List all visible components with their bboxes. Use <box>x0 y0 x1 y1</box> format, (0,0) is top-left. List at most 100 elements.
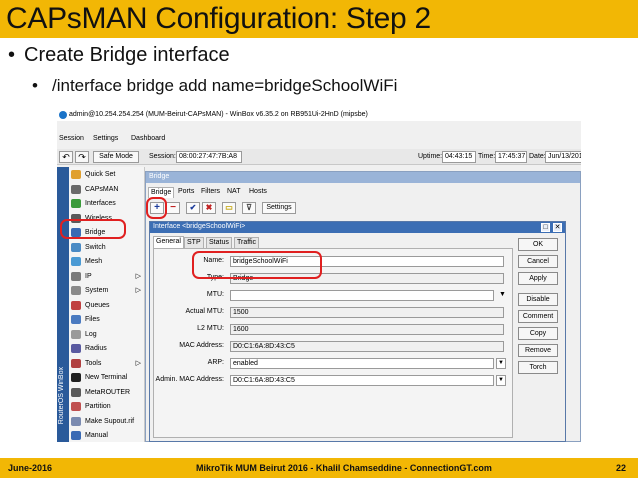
sidebar-item-radius[interactable]: Radius <box>71 343 143 355</box>
manual-icon <box>71 431 81 440</box>
arp-select[interactable]: enabled <box>230 358 494 369</box>
uptime-field: 04:43:15 <box>442 151 476 163</box>
switch-icon <box>71 242 81 252</box>
submenu-arrow-icon: ▷ <box>135 272 141 280</box>
sidebar-item-manual[interactable]: Manual <box>71 430 143 442</box>
sidebar-item-label: Make Supout.rif <box>85 417 135 425</box>
menu-session[interactable]: Session <box>59 135 84 142</box>
slide-title: CAPsMAN Configuration: Step 2 <box>6 2 431 35</box>
session-field: 08:00:27:47:7B:A8 <box>176 151 242 163</box>
tab-nat[interactable]: NAT <box>225 187 242 198</box>
remove-button[interactable]: Remove <box>518 344 558 357</box>
menu-settings[interactable]: Settings <box>93 135 118 142</box>
footer: June-2016 MikroTik MUM Beirut 2016 - Kha… <box>0 458 638 478</box>
winbox-icon <box>59 111 67 119</box>
sidebar-item-capsman[interactable]: CAPsMAN <box>71 184 143 196</box>
tab-filters[interactable]: Filters <box>199 187 222 198</box>
enable-icon[interactable]: ✔ <box>186 202 200 214</box>
sidebar-item-partition[interactable]: Partition <box>71 401 143 413</box>
admin-mac-field[interactable]: D0:C1:6A:8D:43:C5 <box>230 375 494 386</box>
tab-stp[interactable]: STP <box>184 237 204 248</box>
ok-button[interactable]: OK <box>518 238 558 251</box>
sidebar-item-label: Mesh <box>85 258 103 265</box>
admin-mac-dropdown-icon[interactable]: ▼ <box>496 375 506 386</box>
time-label: Time: <box>478 153 496 160</box>
sidebar-item-label: Switch <box>85 243 106 251</box>
l2-mtu-label: L2 MTU: <box>197 325 224 332</box>
radius-icon <box>71 344 81 353</box>
apply-button[interactable]: Apply <box>518 272 558 285</box>
tab-traffic[interactable]: Traffic <box>234 237 260 248</box>
log-icon <box>71 329 81 339</box>
tab-hosts[interactable]: Hosts <box>247 187 269 198</box>
arp-label: ARP: <box>207 359 224 366</box>
sidebar-item-quick-set[interactable]: Quick Set <box>71 169 143 181</box>
bullet-dot: • <box>32 76 38 95</box>
time-field: 17:45:37 <box>495 151 527 163</box>
tab-general[interactable]: General <box>153 236 184 248</box>
mtu-dropdown-icon[interactable]: ▼ <box>499 291 506 298</box>
submenu-arrow-icon: ▷ <box>135 287 141 294</box>
date-label: Date: <box>529 153 546 160</box>
sidebar-item-queues[interactable]: Queues <box>71 300 143 312</box>
settings-button[interactable]: Settings <box>262 202 296 214</box>
mtu-field[interactable] <box>230 290 494 301</box>
sidebar-item-switch[interactable]: Switch <box>71 242 143 254</box>
footer-center: MikroTik MUM Beirut 2016 - Khalil Chamse… <box>196 463 492 473</box>
sidebar-item-label: CAPsMAN <box>85 185 119 193</box>
comment-icon[interactable]: ▭ <box>222 202 236 214</box>
comment-button[interactable]: Comment <box>518 310 558 323</box>
disable-icon[interactable]: ✖ <box>202 202 216 214</box>
sidebar-item-interfaces[interactable]: Interfaces <box>71 198 143 210</box>
sidebar-item-tools[interactable]: Tools ▷ <box>71 358 143 370</box>
sidebar-item-new-terminal[interactable]: New Terminal <box>71 372 143 384</box>
mac-address-label: MAC Address: <box>179 342 224 349</box>
close-icon[interactable]: ✕ <box>553 223 562 232</box>
actual-mtu-field: 1500 <box>230 307 504 318</box>
undo-icon[interactable]: ↶ <box>59 151 73 163</box>
add-button-highlight <box>146 197 167 219</box>
sidebar-item-label: Interfaces <box>85 200 116 207</box>
bullet-text: Create Bridge interface <box>24 44 230 66</box>
sidebar-item-system[interactable]: System ▷ <box>71 285 143 297</box>
winbox-title-bar: admin@10.254.254.254 (MUM-Beirut-CAPsMAN… <box>57 109 581 121</box>
system-icon <box>71 286 81 295</box>
cancel-button[interactable]: Cancel <box>518 255 558 268</box>
submenu-arrow-icon: ▷ <box>135 359 141 367</box>
uptime-label: Uptime: <box>418 153 443 160</box>
tab-ports[interactable]: Ports <box>176 187 196 198</box>
arp-dropdown-icon[interactable]: ▼ <box>496 358 506 369</box>
sidebar-strip-label: RouterOS WinBox <box>58 367 65 425</box>
page-number: 22 <box>616 463 627 473</box>
tools-icon <box>71 358 81 368</box>
sidebar-item-label: New Terminal <box>85 374 128 381</box>
winbox-toolbar: ↶ ↷ Safe Mode Session: 08:00:27:47:7B:A8… <box>57 149 581 165</box>
winbox-window-title: admin@10.254.254.254 (MUM-Beirut-CAPsMAN… <box>69 111 368 118</box>
sidebar-strip: RouterOS WinBox <box>57 167 69 442</box>
torch-button[interactable]: Torch <box>518 361 558 374</box>
filter-icon[interactable]: ⊽ <box>242 202 256 214</box>
sidebar-item-label: Radius <box>85 345 107 352</box>
bullet-text: /interface bridge add name=bridgeSchoolW… <box>52 76 398 95</box>
copy-button[interactable]: Copy <box>518 327 558 340</box>
tab-status[interactable]: Status <box>206 237 232 248</box>
interfaces-icon <box>71 199 81 208</box>
remove-icon[interactable]: − <box>166 202 180 214</box>
sidebar-item-label: System <box>85 287 109 294</box>
disable-button[interactable]: Disable <box>518 293 558 306</box>
sidebar-item-label: Tools <box>85 359 102 367</box>
sidebar-item-mesh[interactable]: Mesh <box>71 256 143 268</box>
bridge-menu-highlight <box>60 219 126 239</box>
sidebar-item-ip[interactable]: IP ▷ <box>71 271 143 283</box>
sidebar-item-make-supout-rif[interactable]: Make Supout.rif <box>71 416 143 428</box>
footer-date: June-2016 <box>8 463 53 473</box>
sidebar-item-metarouter[interactable]: MetaROUTER <box>71 387 143 399</box>
sidebar-item-files[interactable]: Files <box>71 314 143 326</box>
partition-icon <box>71 402 81 411</box>
safe-mode-button[interactable]: Safe Mode <box>93 151 139 163</box>
sidebar-item-log[interactable]: Log <box>71 329 143 341</box>
menu-dashboard[interactable]: Dashboard <box>131 135 165 142</box>
redo-icon[interactable]: ↷ <box>75 151 89 163</box>
slide: CAPsMAN Configuration: Step 2 • Create B… <box>0 0 638 478</box>
restore-icon[interactable]: □ <box>541 223 550 232</box>
